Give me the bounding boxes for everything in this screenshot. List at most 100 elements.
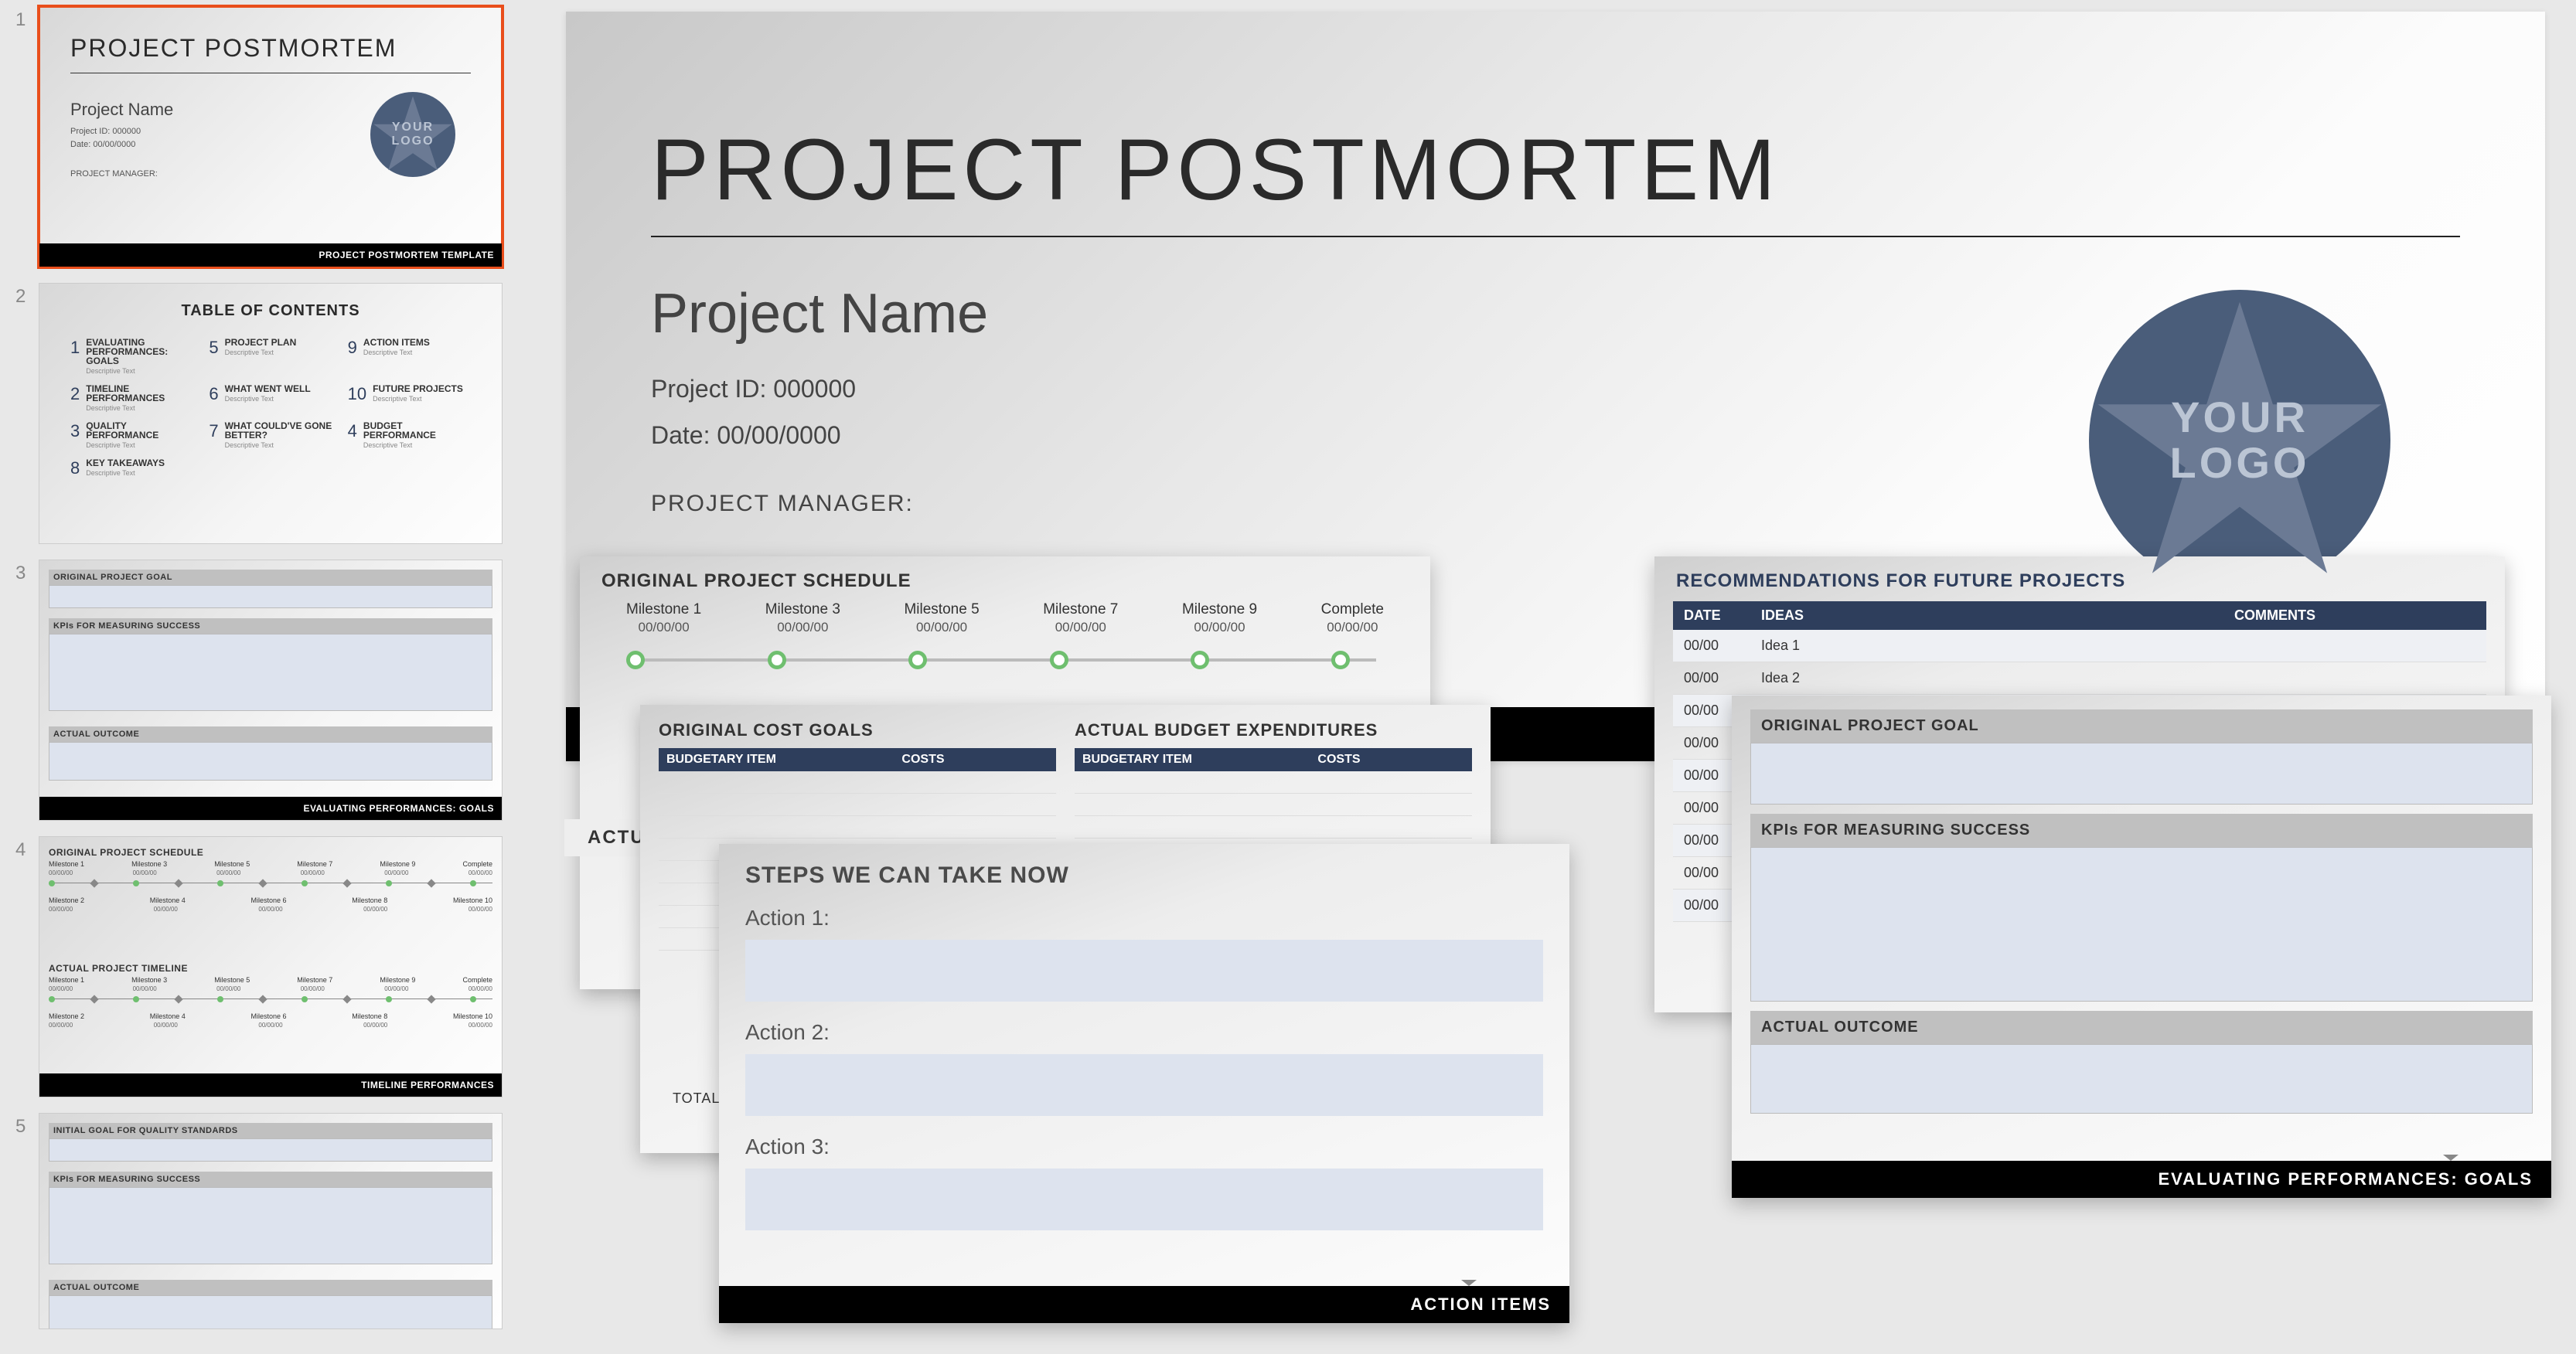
thumb-number: 4 [8, 836, 39, 861]
section-body [1750, 743, 2533, 805]
action-input [745, 1054, 1543, 1116]
table-header: DATEIDEASCOMMENTS [1673, 601, 2486, 630]
thumb-date: Date: 00/00/0000 [70, 140, 135, 149]
slide-thumbnail-5[interactable]: INITIAL GOAL FOR QUALITY STANDARDS KPIs … [39, 1113, 503, 1329]
slide-thumbnail-3[interactable]: ORIGINAL PROJECT GOAL KPIs FOR MEASURING… [39, 560, 503, 821]
thumb-number: 2 [8, 283, 39, 308]
thumb-manager: PROJECT MANAGER: [70, 169, 158, 179]
thumbnail-panel: 1 PROJECT POSTMORTEM Project Name Projec… [0, 0, 545, 1354]
actions-card[interactable]: STEPS WE CAN TAKE NOW Action 1: Action 2… [719, 844, 1569, 1323]
section-body [49, 1187, 492, 1264]
table-row [659, 816, 1056, 839]
toc-item: 2TIMELINE PERFORMANCESDescriptive Text [70, 384, 193, 412]
card-footer: ACTION ITEMS [719, 1286, 1569, 1323]
table-row [1075, 794, 1472, 816]
milestone: Milestone 500/00/00 [904, 601, 979, 635]
milestone-row: Milestone 100/00/00 Milestone 300/00/00 Mi… [580, 601, 1430, 635]
section-header: ACTUAL OUTCOME [49, 1280, 492, 1295]
thumb-number: 1 [8, 6, 39, 31]
milestone: Milestone 700/00/00 [1043, 601, 1118, 635]
section-header: ORIGINAL PROJECT GOAL [49, 570, 492, 585]
section-body [49, 1295, 492, 1329]
action-label: Action 1: [719, 901, 1569, 935]
thumb-footer: PROJECT POSTMORTEM TEMPLATE [39, 243, 502, 267]
toc-item: 9ACTION ITEMSDescriptive Text [348, 338, 471, 375]
action-label: Action 2: [719, 1016, 1569, 1050]
timeline-line [634, 658, 1376, 662]
section-header: ORIGINAL PROJECT GOAL [1750, 709, 2533, 743]
section-header: INITIAL GOAL FOR QUALITY STANDARDS [49, 1123, 492, 1138]
section-body [49, 1138, 492, 1162]
timeline-dot [626, 651, 645, 669]
milestone: Milestone 100/00/00 [626, 601, 701, 635]
timeline-title: ORIGINAL PROJECT SCHEDULE [49, 845, 492, 860]
section-body [49, 585, 492, 608]
thumb-subtitle: Project Name [70, 100, 173, 120]
section-header: KPIs FOR MEASURING SUCCESS [49, 1172, 492, 1187]
section-body [49, 634, 492, 711]
toc-item: 10FUTURE PROJECTSDescriptive Text [348, 384, 471, 412]
action-input [745, 1169, 1543, 1230]
cost-title: ORIGINAL COST GOALS [659, 720, 1056, 740]
divider [651, 236, 2460, 237]
total-label: TOTAL [673, 1090, 720, 1107]
action-label: Action 3: [719, 1130, 1569, 1164]
table-row: 00/00Idea 2 [1673, 662, 2486, 695]
timeline-dot [908, 651, 927, 669]
timeline-dot [1191, 651, 1209, 669]
project-manager: PROJECT MANAGER: [651, 491, 914, 517]
thumb-number: 3 [8, 560, 39, 584]
thumb-title: PROJECT POSTMORTEM [70, 34, 397, 63]
slide-canvas: PROJECT POSTMORTEM Project Name Project … [557, 0, 2576, 1354]
timeline-title: ACTUAL PROJECT TIMELINE [49, 961, 492, 976]
slide-title: PROJECT POSTMORTEM [651, 120, 1780, 219]
project-date: Date: 00/00/0000 [651, 421, 841, 450]
timeline-dot [1050, 651, 1068, 669]
toc-item: 6WHAT WENT WELLDescriptive Text [209, 384, 332, 412]
section-body [49, 742, 492, 781]
section-header: KPIs FOR MEASURING SUCCESS [49, 618, 492, 634]
table-row: 00/00Idea 1 [1673, 630, 2486, 662]
milestone: Milestone 300/00/00 [765, 601, 840, 635]
toc-item: 3QUALITY PERFORMANCEDescriptive Text [70, 421, 193, 449]
table-row [1075, 771, 1472, 794]
milestone: Complete00/00/00 [1321, 601, 1384, 635]
table-header: BUDGETARY ITEMCOSTS [1075, 748, 1472, 771]
section-body [1750, 1044, 2533, 1114]
toc-item: 8KEY TAKEAWAYSDescriptive Text [70, 458, 193, 478]
table-row [1075, 816, 1472, 839]
thumb-footer: TIMELINE PERFORMANCES [39, 1073, 502, 1097]
cost-title: ACTUAL BUDGET EXPENDITURES [1075, 720, 1472, 740]
timeline-dot [1331, 651, 1350, 669]
table-row [659, 794, 1056, 816]
section-body [1750, 847, 2533, 1002]
toc-title: TABLE OF CONTENTS [39, 302, 502, 320]
thumb-number: 5 [8, 1113, 39, 1138]
timeline-dot [768, 651, 786, 669]
toc-item: 5PROJECT PLANDescriptive Text [209, 338, 332, 375]
card-title: STEPS WE CAN TAKE NOW [719, 844, 1569, 901]
slide-thumbnail-4[interactable]: ORIGINAL PROJECT SCHEDULE Milestone 1Mil… [39, 836, 503, 1097]
goals-card[interactable]: ORIGINAL PROJECT GOAL KPIs FOR MEASURING… [1732, 696, 2551, 1198]
toc-item: 7WHAT COULD'VE GONE BETTER?Descriptive T… [209, 421, 332, 449]
slide-thumbnail-1[interactable]: PROJECT POSTMORTEM Project Name Project … [39, 6, 503, 267]
toc-item: 1EVALUATING PERFORMANCES: GOALSDescripti… [70, 338, 193, 375]
card-title: ORIGINAL PROJECT SCHEDULE [580, 556, 1430, 601]
thumb-footer: EVALUATING PERFORMANCES: GOALS [39, 797, 502, 820]
card-footer: EVALUATING PERFORMANCES: GOALS [1732, 1161, 2551, 1198]
slide-thumbnail-2[interactable]: TABLE OF CONTENTS 1EVALUATING PERFORMANC… [39, 283, 503, 544]
project-id: Project ID: 000000 [651, 375, 856, 403]
table-header: BUDGETARY ITEMCOSTS [659, 748, 1056, 771]
logo-placeholder: YOUR LOGO [370, 92, 455, 177]
milestone: Milestone 900/00/00 [1182, 601, 1257, 635]
thumb-project-id: Project ID: 000000 [70, 127, 141, 136]
section-header: ACTUAL OUTCOME [1750, 1011, 2533, 1044]
table-row [659, 771, 1056, 794]
toc-grid: 1EVALUATING PERFORMANCES: GOALSDescripti… [70, 338, 471, 478]
action-input [745, 940, 1543, 1002]
slide-subtitle: Project Name [651, 282, 988, 345]
logo-placeholder: YOURLOGO [2089, 290, 2390, 591]
section-header: KPIs FOR MEASURING SUCCESS [1750, 814, 2533, 847]
toc-item: 4BUDGET PERFORMANCEDescriptive Text [348, 421, 471, 449]
section-header: ACTUAL OUTCOME [49, 726, 492, 742]
